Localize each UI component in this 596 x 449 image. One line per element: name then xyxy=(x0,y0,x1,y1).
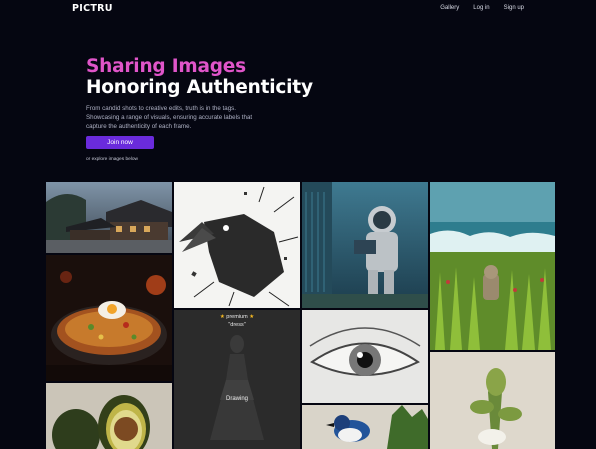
premium-badge: ★ premium ★ xyxy=(174,314,300,320)
top-nav: PICTRU Gallery Log in Sign up xyxy=(0,0,596,18)
hero-title-line1: Sharing Images xyxy=(86,56,246,77)
gallery-image-astronaut[interactable] xyxy=(302,182,428,308)
premium-keyword: "dress" xyxy=(228,322,246,328)
cat-field-image xyxy=(430,182,555,350)
image-tag-drawing: Drawing xyxy=(225,396,248,402)
nav-link-signup[interactable]: Sign up xyxy=(504,5,524,11)
raven-sketch-image xyxy=(174,182,300,308)
gallery-image-plant[interactable] xyxy=(430,352,555,449)
gallery-image-eye[interactable] xyxy=(302,310,428,403)
plant-image xyxy=(430,352,555,449)
avocado-image xyxy=(46,383,172,449)
hero-title: Sharing Images Honoring Authenticity xyxy=(86,56,346,98)
hero-description: From candid shots to creative edits, tru… xyxy=(86,105,253,130)
nav-link-gallery[interactable]: Gallery xyxy=(440,5,459,11)
village-image xyxy=(46,182,172,253)
premium-label: premium xyxy=(226,314,248,320)
site-logo[interactable]: PICTRU xyxy=(72,3,113,14)
astronaut-image xyxy=(302,182,428,308)
food-image xyxy=(46,255,172,381)
gallery-premium-tile[interactable]: ★ premium ★ "dress" Drawing xyxy=(174,310,300,449)
bird-image xyxy=(302,405,428,449)
explore-caption: or explore images below xyxy=(86,157,138,162)
star-icon: ★ xyxy=(219,314,225,320)
gallery-image-avocado[interactable] xyxy=(46,383,172,449)
hero-title-line2: Honoring Authenticity xyxy=(86,77,313,98)
dress-drawing-image xyxy=(174,310,300,449)
gallery-image-village[interactable] xyxy=(46,182,172,253)
gallery-image-food[interactable] xyxy=(46,255,172,381)
eye-sketch-image xyxy=(302,310,428,403)
star-icon: ★ xyxy=(249,314,255,320)
image-gallery: ★ premium ★ "dress" Drawing xyxy=(46,182,555,449)
nav-link-login[interactable]: Log in xyxy=(473,5,489,11)
gallery-image-raven[interactable] xyxy=(174,182,300,308)
gallery-image-bird[interactable] xyxy=(302,405,428,449)
hero-section: Sharing Images Honoring Authenticity Fro… xyxy=(86,56,346,131)
gallery-image-cat-field[interactable] xyxy=(430,182,555,350)
nav-links: Gallery Log in Sign up xyxy=(440,5,524,11)
join-now-button[interactable]: Join now xyxy=(86,136,154,149)
